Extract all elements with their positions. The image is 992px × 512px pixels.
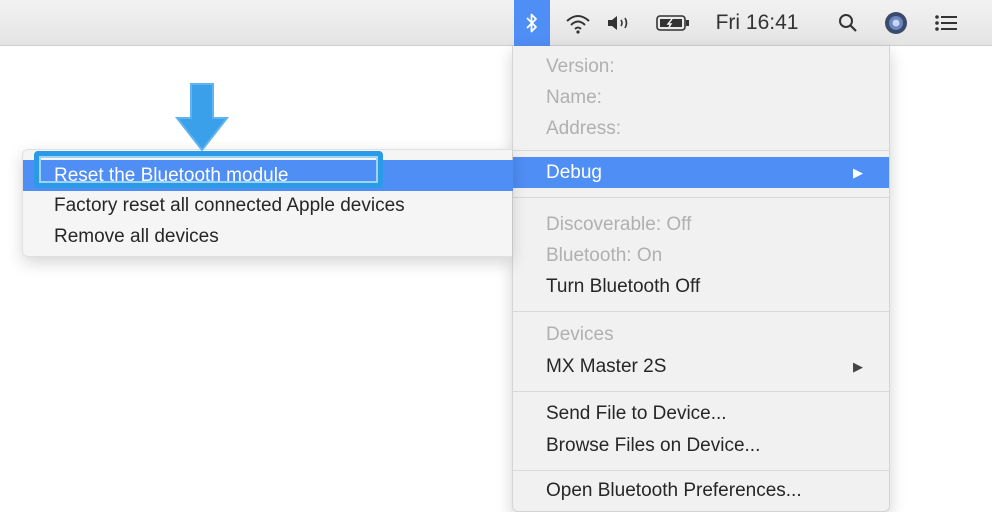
battery-status-item[interactable] [650, 0, 696, 46]
discoverable-status: Discoverable: Off [546, 214, 692, 235]
factory-reset-apple-devices-item[interactable]: Factory reset all connected Apple device… [54, 195, 405, 217]
menu-separator [513, 311, 889, 312]
submenu-arrow-icon: ▶ [853, 359, 863, 374]
menu-bar-clock[interactable]: Fri 16:41 [704, 0, 810, 46]
menu-separator [513, 470, 889, 471]
menu-bar: Fri 16:41 [0, 0, 992, 46]
browse-files-item[interactable]: Browse Files on Device... [513, 430, 889, 461]
send-file-item[interactable]: Send File to Device... [513, 398, 889, 429]
device-label: MX Master 2S [546, 356, 667, 377]
battery-icon [656, 15, 689, 31]
turn-bluetooth-off-item[interactable]: Turn Bluetooth Off [513, 271, 889, 302]
highlight-callout [34, 151, 383, 188]
search-icon [839, 14, 857, 32]
name-label: Name: [546, 87, 602, 108]
bluetooth-menu: Version: Name: Address: Debug ▶ Discover… [512, 46, 890, 512]
bluetooth-status: Bluetooth: On [546, 245, 663, 266]
device-item-mx-master[interactable]: MX Master 2S ▶ [513, 351, 889, 382]
address-label: Address: [546, 118, 621, 139]
bluetooth-status-item[interactable] [514, 0, 550, 46]
menu-separator [513, 391, 889, 392]
menu-separator [513, 197, 889, 198]
spotlight-button[interactable] [828, 0, 868, 46]
devices-header: Devices [546, 324, 614, 345]
notification-center-button[interactable] [924, 0, 968, 46]
remove-all-devices-item[interactable]: Remove all devices [54, 226, 219, 248]
volume-icon [608, 16, 628, 30]
siri-button[interactable] [876, 0, 916, 46]
debug-menu-item[interactable]: Debug ▶ [513, 157, 889, 188]
submenu-arrow-icon: ▶ [853, 165, 863, 180]
menu-separator [513, 150, 889, 151]
wifi-icon [566, 15, 590, 34]
version-label: Version: [546, 56, 615, 77]
wifi-status-item[interactable] [558, 0, 598, 46]
open-bluetooth-preferences-item[interactable]: Open Bluetooth Preferences... [513, 475, 889, 506]
list-icon [935, 15, 957, 31]
avatar-icon [885, 12, 907, 34]
volume-status-item[interactable] [600, 0, 640, 46]
bluetooth-icon [526, 13, 537, 33]
debug-label: Debug [546, 162, 602, 183]
down-arrow-icon [174, 83, 230, 152]
